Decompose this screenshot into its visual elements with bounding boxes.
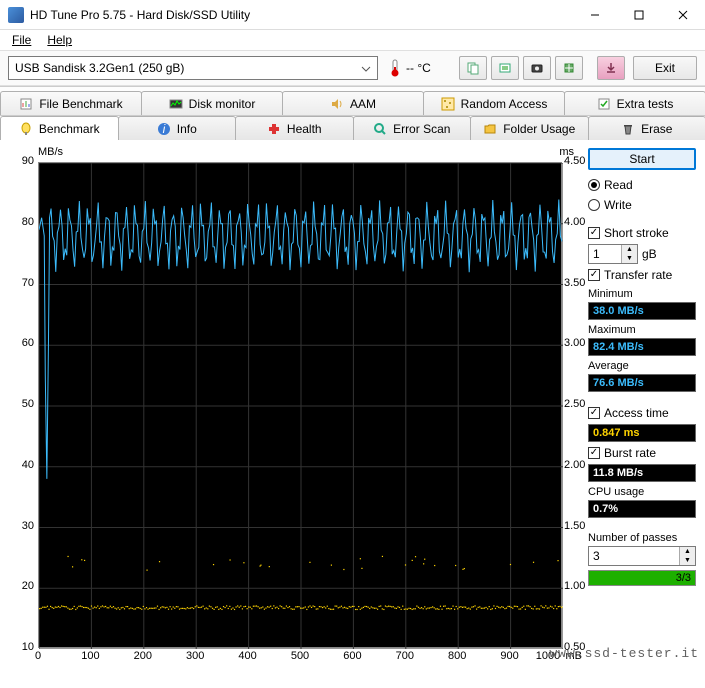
y-axis-left-label: MB/s	[38, 146, 63, 158]
temperature-value: -- °C	[406, 61, 431, 75]
short-stroke-input[interactable]: 1▲▼	[588, 244, 638, 264]
average-label: Average	[588, 360, 696, 372]
checkbox-icon	[588, 447, 600, 459]
menu-bar: File Help	[0, 30, 705, 50]
random-access-icon	[441, 97, 455, 111]
maximum-value: 82.4 MB/s	[588, 338, 696, 356]
save-screenshot-button[interactable]	[523, 56, 551, 80]
menu-help[interactable]: Help	[39, 31, 80, 49]
close-button[interactable]	[661, 0, 705, 30]
write-radio[interactable]: Write	[588, 196, 696, 214]
cpu-usage-value: 0.7%	[588, 500, 696, 518]
maximum-label: Maximum	[588, 324, 696, 336]
burst-rate-value: 11.8 MB/s	[588, 464, 696, 482]
options-button[interactable]	[555, 56, 583, 80]
checkbox-icon	[588, 227, 600, 239]
toolbar: USB Sandisk 3.2Gen1 (250 gB) -- °C Exit	[0, 50, 705, 86]
title-bar: HD Tune Pro 5.75 - Hard Disk/SSD Utility	[0, 0, 705, 30]
window-controls	[573, 0, 705, 30]
average-value: 76.6 MB/s	[588, 374, 696, 392]
erase-icon	[621, 122, 635, 136]
read-radio[interactable]: Read	[588, 176, 696, 194]
benchmark-chart: MB/s ms 102030405060708090 0.501.001.502…	[8, 148, 582, 678]
info-icon: i	[157, 122, 171, 136]
benchmark-icon	[19, 122, 33, 136]
menu-file[interactable]: File	[4, 31, 39, 49]
folder-usage-icon	[483, 122, 497, 136]
exit-button[interactable]: Exit	[633, 56, 697, 80]
temperature-display: -- °C	[388, 59, 431, 77]
short-stroke-unit: gB	[642, 247, 657, 261]
tab-health[interactable]: Health	[235, 116, 354, 140]
error-scan-icon	[373, 122, 387, 136]
maximize-button[interactable]	[617, 0, 661, 30]
tab-extra-tests[interactable]: Extra tests	[564, 91, 705, 115]
copy-info-button[interactable]	[459, 56, 487, 80]
window-title: HD Tune Pro 5.75 - Hard Disk/SSD Utility	[30, 8, 573, 22]
access-time-value: 0.847 ms	[588, 424, 696, 442]
passes-label: Number of passes	[588, 532, 696, 544]
copy-screenshot-button[interactable]	[491, 56, 519, 80]
progress-bar: 3/3	[588, 570, 696, 586]
tab-random-access[interactable]: Random Access	[423, 91, 565, 115]
drive-select[interactable]: USB Sandisk 3.2Gen1 (250 gB)	[8, 56, 378, 80]
tab-file-benchmark[interactable]: File Benchmark	[0, 91, 142, 115]
x-axis-unit: mB	[566, 650, 583, 662]
burst-rate-checkbox[interactable]: Burst rate	[588, 444, 696, 462]
tab-row-lower: Benchmark iInfo Health Error Scan Folder…	[0, 115, 705, 140]
passes-input[interactable]: 3▲▼	[588, 546, 696, 566]
start-button[interactable]: Start	[588, 148, 696, 170]
tab-info[interactable]: iInfo	[118, 116, 237, 140]
transfer-rate-checkbox[interactable]: Transfer rate	[588, 266, 696, 284]
thermometer-icon	[388, 59, 402, 77]
extra-tests-icon	[597, 97, 611, 111]
tab-row-upper: File Benchmark Disk monitor AAM Random A…	[0, 86, 705, 115]
access-time-checkbox[interactable]: Access time	[588, 404, 696, 422]
radio-icon	[588, 179, 600, 191]
radio-icon	[588, 199, 600, 211]
minimum-value: 38.0 MB/s	[588, 302, 696, 320]
tab-error-scan[interactable]: Error Scan	[353, 116, 472, 140]
main-content: MB/s ms 102030405060708090 0.501.001.502…	[0, 140, 705, 688]
spinner-buttons[interactable]: ▲▼	[621, 245, 637, 263]
tab-folder-usage[interactable]: Folder Usage	[470, 116, 589, 140]
minimum-label: Minimum	[588, 288, 696, 300]
spinner-buttons[interactable]: ▲▼	[679, 547, 695, 565]
progress-label: 3/3	[676, 571, 691, 585]
app-icon	[8, 7, 24, 23]
short-stroke-checkbox[interactable]: Short stroke	[588, 224, 696, 242]
minimize-button[interactable]	[573, 0, 617, 30]
aam-icon	[330, 97, 344, 111]
save-log-button[interactable]	[597, 56, 625, 80]
file-benchmark-icon	[19, 97, 33, 111]
tab-benchmark[interactable]: Benchmark	[0, 116, 119, 140]
chevron-down-icon	[361, 61, 371, 75]
health-icon	[267, 122, 281, 136]
cpu-usage-label: CPU usage	[588, 486, 696, 498]
tab-aam[interactable]: AAM	[282, 91, 424, 115]
disk-monitor-icon	[169, 97, 183, 111]
side-panel: Start Read Write Short stroke 1▲▼ gB Tra…	[588, 148, 696, 680]
tab-erase[interactable]: Erase	[588, 116, 705, 140]
svg-text:i: i	[162, 122, 165, 136]
tab-disk-monitor[interactable]: Disk monitor	[141, 91, 283, 115]
drive-select-value: USB Sandisk 3.2Gen1 (250 gB)	[15, 61, 184, 75]
